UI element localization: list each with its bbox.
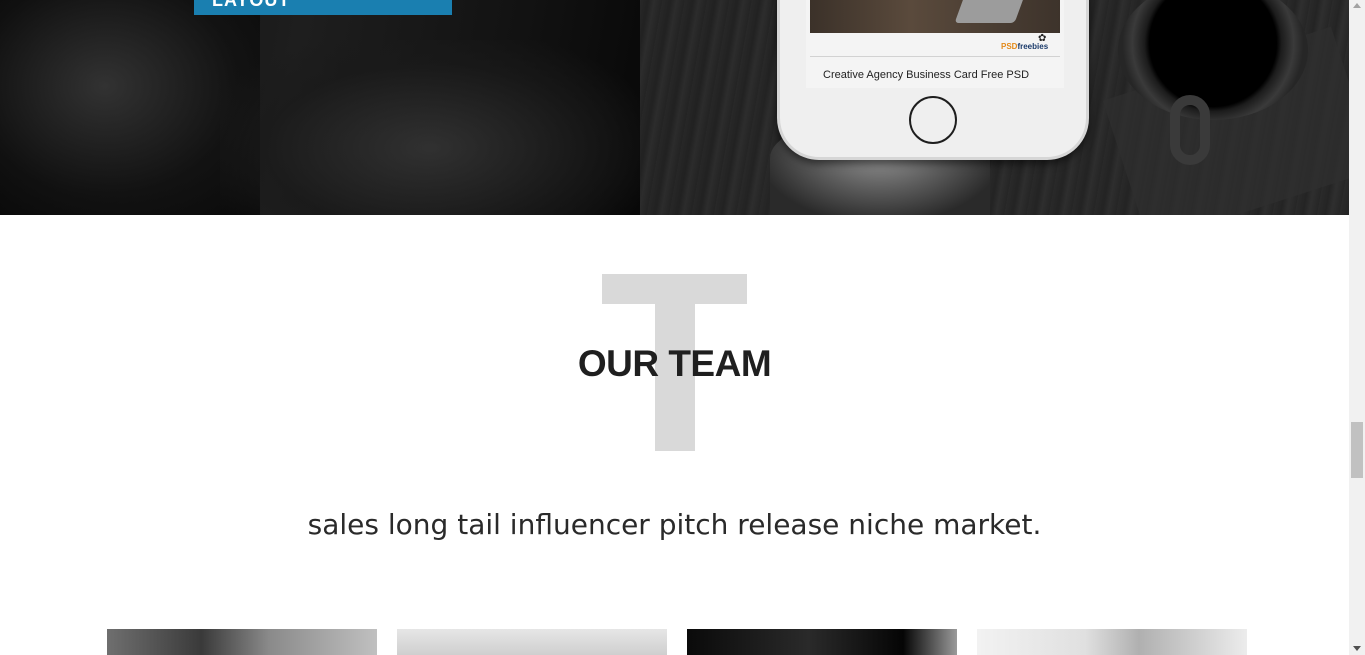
phone-screen-photo bbox=[810, 0, 1060, 33]
team-member-photo[interactable] bbox=[397, 629, 667, 655]
team-member-photo[interactable] bbox=[687, 629, 957, 655]
team-member-photo[interactable] bbox=[977, 629, 1247, 655]
phone-caption: Creative Agency Business Card Free PSD bbox=[823, 69, 1030, 81]
vertical-scrollbar[interactable] bbox=[1349, 0, 1365, 655]
psdfreebies-logo: PSDfreebies bbox=[1001, 42, 1048, 51]
hero-background-arm bbox=[220, 40, 640, 215]
psdfreebies-logo-psd: PSD bbox=[1001, 42, 1018, 51]
team-member-photo[interactable] bbox=[107, 629, 377, 655]
layout-button[interactable]: LAYOUT bbox=[194, 0, 452, 15]
phone-home-button-icon bbox=[909, 96, 957, 144]
hero-mug-handle bbox=[1170, 95, 1210, 165]
arrow-up-icon[interactable] bbox=[1353, 3, 1361, 8]
hero-banner: LAYOUT ✿ PSDfreebies Creative Agency Bus… bbox=[0, 0, 1349, 215]
phone-screen: ✿ PSDfreebies Creative Agency Business C… bbox=[806, 0, 1064, 88]
phone-divider bbox=[810, 56, 1060, 57]
phone-mockup: ✿ PSDfreebies Creative Agency Business C… bbox=[777, 0, 1089, 160]
arrow-down-icon[interactable] bbox=[1353, 646, 1361, 651]
section-title: OUR TEAM bbox=[577, 343, 772, 384]
team-members-grid bbox=[107, 629, 1247, 655]
scrollbar-thumb[interactable] bbox=[1351, 422, 1363, 478]
section-subtitle: sales long tail influencer pitch release… bbox=[307, 508, 1042, 541]
psdfreebies-logo-freebies: freebies bbox=[1017, 42, 1049, 51]
